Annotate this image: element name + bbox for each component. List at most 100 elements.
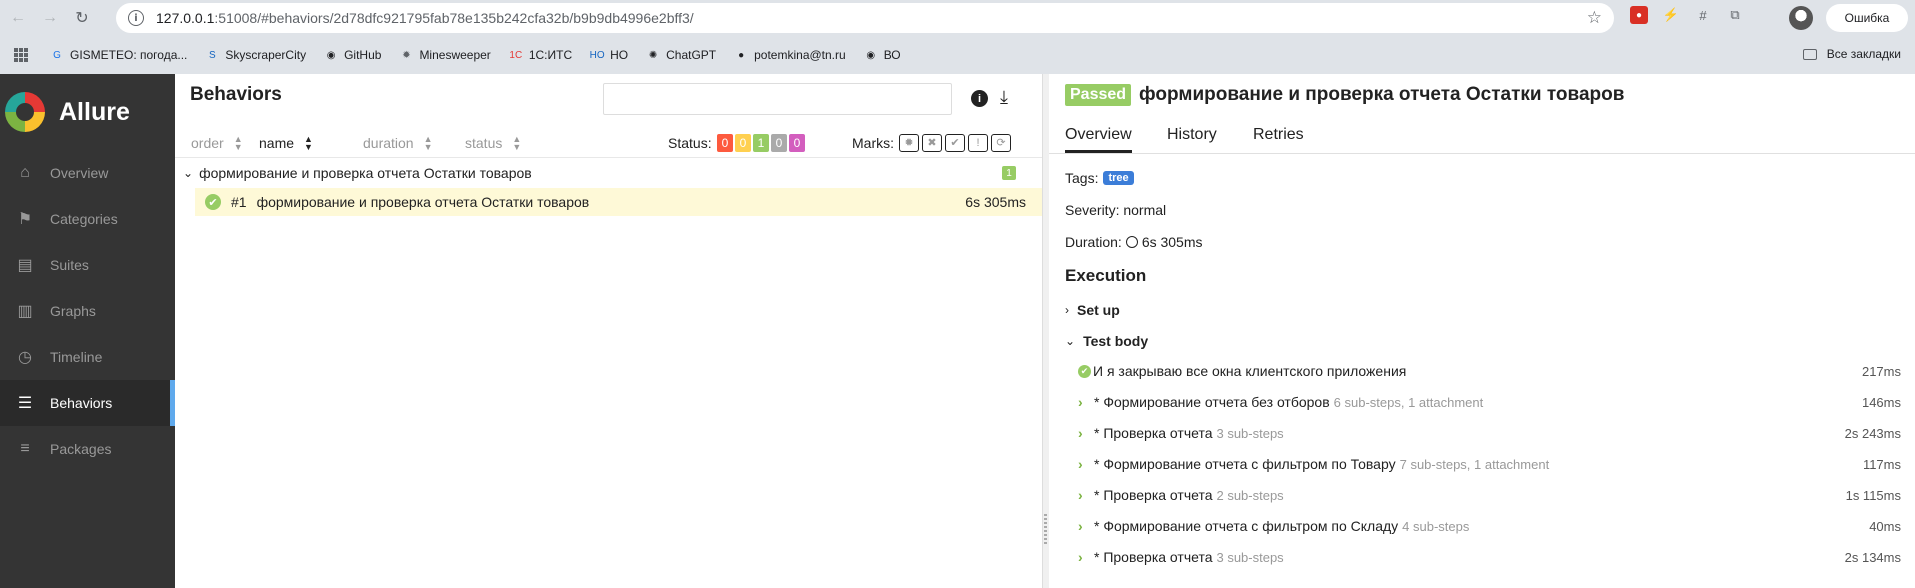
tags-line: Tags: tree bbox=[1065, 170, 1134, 186]
extension-bolt-icon[interactable]: ⚡ bbox=[1662, 6, 1680, 24]
step-name: * Проверка отчета bbox=[1094, 425, 1213, 441]
sidebar-item-label: Suites bbox=[50, 257, 89, 273]
sort-duration-label: duration bbox=[363, 134, 414, 151]
bookmark-item[interactable]: ◉ ВО bbox=[864, 48, 901, 62]
bookmark-label: GISMETEO: погода... bbox=[70, 48, 188, 62]
sort-name[interactable]: name ▲ ▼ bbox=[259, 134, 313, 151]
sidebar-item-graphs[interactable]: ▥ Graphs bbox=[0, 288, 175, 334]
tab-overview[interactable]: Overview bbox=[1065, 126, 1132, 153]
mark-flaky-icon[interactable]: ✹ bbox=[899, 133, 919, 152]
bookmark-item[interactable]: ● potemkina@tn.ru bbox=[734, 48, 846, 62]
sort-status[interactable]: status ▲ ▼ bbox=[465, 134, 521, 151]
bookmark-item[interactable]: G GISMETEO: погода... bbox=[50, 48, 187, 62]
sort-order[interactable]: order ▲ ▼ bbox=[191, 134, 243, 151]
test-row[interactable]: ✔ #1 формирование и проверка отчета Оста… bbox=[195, 188, 1042, 216]
test-body-section[interactable]: ⌄ Test body bbox=[1065, 333, 1148, 349]
sidebar-item-categories[interactable]: ⚑ Categories bbox=[0, 196, 175, 242]
mark-new-failed-icon[interactable]: ✖ bbox=[922, 133, 942, 152]
all-bookmarks-button[interactable]: Все закладки bbox=[1802, 47, 1901, 61]
step-row[interactable]: › * Проверка отчета 3 sub-steps 2s 134ms bbox=[1078, 546, 1901, 568]
step-row[interactable]: › * Проверка отчета 2 sub-steps 1s 115ms bbox=[1078, 484, 1901, 506]
tab-history[interactable]: History bbox=[1167, 126, 1217, 150]
setup-section[interactable]: › Set up bbox=[1065, 302, 1120, 318]
forward-icon[interactable]: → bbox=[36, 4, 64, 32]
chevron-right-icon: › bbox=[1078, 394, 1083, 410]
tag-chip[interactable]: tree bbox=[1103, 171, 1134, 185]
step-row[interactable]: › * Проверка отчета 3 sub-steps 2s 243ms bbox=[1078, 422, 1901, 444]
sidebar-item-overview[interactable]: ⌂ Overview bbox=[0, 150, 175, 196]
step-meta: 7 sub-steps, 1 attachment bbox=[1399, 456, 1550, 472]
step-row[interactable]: › * Формирование отчета с фильтром по Скл… bbox=[1078, 515, 1901, 537]
url-host: 127.0.0.1 bbox=[156, 10, 215, 26]
folder-icon bbox=[1802, 48, 1817, 60]
bookmark-item[interactable]: ✺ ChatGPT bbox=[646, 48, 716, 62]
extensions-puzzle-icon[interactable]: ⧉ bbox=[1726, 6, 1744, 24]
pane-splitter[interactable] bbox=[1042, 74, 1049, 588]
status-count-badge[interactable]: 0 bbox=[771, 134, 787, 152]
test-body-label: Test body bbox=[1083, 333, 1149, 349]
bookmark-favicon-icon: ✺ bbox=[648, 49, 658, 61]
mark-new-passed-icon[interactable]: ✔ bbox=[945, 133, 965, 152]
bookmark-list: G GISMETEO: погода... S SkyscraperCity ◉ GitH… bbox=[50, 48, 919, 62]
step-row[interactable]: ✔ И я закрываю все окна клиентского прило… bbox=[1078, 360, 1901, 382]
sidebar-item-behaviors[interactable]: ☰ Behaviors bbox=[0, 380, 175, 426]
marks-filter-label: Marks: bbox=[852, 134, 894, 151]
bookmark-item[interactable]: ✹ Minesweeper bbox=[399, 48, 491, 62]
sidebar-item-timeline[interactable]: ◷ Timeline bbox=[0, 334, 175, 380]
sidebar-item-suites[interactable]: ▤ Suites bbox=[0, 242, 175, 288]
bookmark-item[interactable]: 1С 1С:ИТС bbox=[509, 48, 572, 62]
list-icon: ☰ bbox=[17, 395, 33, 412]
chevron-down-icon: ⌄ bbox=[183, 166, 194, 180]
behavior-group-row[interactable]: ⌄ формирование и проверка отчета Остатки… bbox=[175, 159, 1042, 187]
clock-icon: ◷ bbox=[18, 349, 32, 366]
sort-duration[interactable]: duration ▲ ▼ bbox=[363, 133, 433, 152]
search-input[interactable] bbox=[603, 83, 952, 115]
sidebar-menu: ⌂ Overview ⚑ Categories ▤ Suites ▥ Graphs ◷ Timel… bbox=[0, 150, 175, 472]
sidebar-item-label: Timeline bbox=[50, 349, 103, 365]
status-count-badge[interactable]: 0 bbox=[735, 134, 751, 152]
tab-retries[interactable]: Retries bbox=[1253, 126, 1304, 150]
sidebar-item-packages[interactable]: ≡ Packages bbox=[0, 426, 175, 472]
status-count-badge[interactable]: 0 bbox=[789, 134, 805, 152]
clock-icon bbox=[1125, 236, 1138, 248]
all-bookmarks-label: Все закладки bbox=[1826, 47, 1901, 61]
bookmark-item[interactable]: ◉ GitHub bbox=[324, 48, 382, 62]
back-icon[interactable]: ← bbox=[4, 4, 32, 32]
allure-brand[interactable]: Allure bbox=[0, 74, 175, 150]
extension-grid-icon[interactable]: # bbox=[1694, 6, 1712, 24]
bookmarks-bar: G GISMETEO: погода... S SkyscraperCity ◉ GitH… bbox=[0, 36, 1915, 74]
bookmark-favicon-icon: G bbox=[53, 49, 61, 61]
site-info-icon[interactable]: i bbox=[128, 10, 144, 26]
details-tabs: Overview History Retries bbox=[1049, 122, 1915, 154]
setup-label: Set up bbox=[1077, 302, 1120, 318]
profile-error-button[interactable]: Ошибка bbox=[1826, 4, 1908, 32]
status-count-badge[interactable]: 0 bbox=[717, 134, 733, 152]
profile-avatar[interactable] bbox=[1789, 6, 1813, 30]
bookmark-star-icon[interactable]: ☆ bbox=[1587, 8, 1602, 28]
address-bar[interactable]: i 127.0.0.1:51008/#behaviors/2d78dfc9217… bbox=[116, 3, 1614, 33]
sort-arrows-icon: ▲ ▼ bbox=[423, 133, 433, 152]
step-row[interactable]: › * Формирование отчета без отборов 6 sub-… bbox=[1078, 391, 1901, 413]
extension-record-icon[interactable]: ● bbox=[1630, 6, 1648, 24]
apps-grid-icon[interactable] bbox=[14, 48, 28, 62]
bookmark-item[interactable]: S SkyscraperCity bbox=[205, 48, 306, 62]
bookmark-label: Minesweeper bbox=[419, 48, 491, 62]
bookmark-item[interactable]: НО НО bbox=[590, 48, 629, 62]
mark-retries-icon[interactable]: ⟳ bbox=[991, 133, 1011, 152]
step-duration: 2s 134ms bbox=[1844, 549, 1901, 565]
mark-new-broken-icon[interactable]: ! bbox=[968, 133, 988, 152]
step-row[interactable]: › * Формирование отчета с фильтром по Тов… bbox=[1078, 453, 1901, 475]
test-name: формирование и проверка отчета Остатки т… bbox=[256, 194, 590, 210]
status-count-badge[interactable]: 1 bbox=[753, 134, 769, 152]
bookmark-label: potemkina@tn.ru bbox=[754, 48, 846, 62]
bookmark-favicon-icon: ● bbox=[738, 49, 745, 61]
sidebar-item-label: Packages bbox=[50, 441, 112, 457]
reload-icon[interactable]: ↻ bbox=[68, 4, 96, 32]
url-text[interactable]: 127.0.0.1:51008/#behaviors/2d78dfc921795… bbox=[156, 10, 694, 26]
test-duration: 6s 305ms bbox=[965, 194, 1026, 210]
step-duration: 146ms bbox=[1861, 394, 1901, 410]
download-icon[interactable]: ⤓ bbox=[1000, 87, 1008, 108]
page-title: Behaviors bbox=[190, 84, 282, 105]
bookmark-label: ВО bbox=[883, 48, 901, 62]
info-icon[interactable]: i bbox=[971, 90, 988, 107]
